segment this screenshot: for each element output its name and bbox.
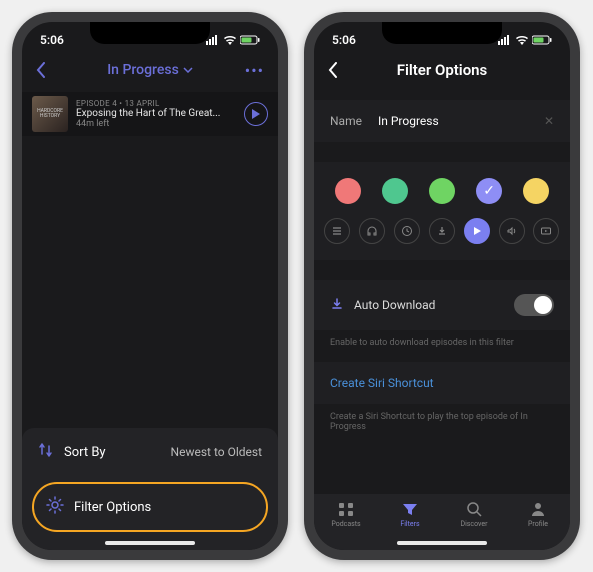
filter-icon-clock[interactable] [394,218,420,244]
status-icons [206,35,260,45]
filter-icon-play[interactable] [464,218,490,244]
battery-icon [240,35,260,45]
episode-time-left: 44m left [76,119,236,129]
filters-icon [401,500,419,518]
filter-options-row[interactable]: Filter Options [32,482,268,532]
sort-by-row[interactable]: Sort By Newest to Oldest [22,428,278,476]
back-button[interactable] [36,62,56,78]
siri-hint: Create a Siri Shortcut to play the top e… [314,404,570,446]
phone-right: 5:06 Filter Options Name In Progress ✕ [304,12,580,560]
clock-icon [401,225,413,237]
nav-bar: In Progress ••• [22,52,278,92]
tab-discover-label: Discover [461,520,488,528]
color-green[interactable] [429,178,455,204]
tab-filters[interactable]: Filters [378,500,442,528]
filter-icon-list[interactable] [324,218,350,244]
name-label: Name [330,114,362,128]
headphones-icon [366,225,378,237]
home-indicator[interactable] [105,541,195,545]
wifi-icon [223,35,237,45]
tab-bar: Podcasts Filters Discover Profile [314,494,570,550]
discover-icon [465,500,483,518]
name-row[interactable]: Name In Progress ✕ [314,100,570,142]
sort-by-label: Sort By [64,445,106,460]
episode-artwork: HARDCOREHISTORY [32,96,68,132]
notch [90,22,210,44]
nav-bar: Filter Options [314,52,570,92]
battery-icon [532,35,552,45]
color-row: ✓ [314,162,570,214]
tab-discover[interactable]: Discover [442,500,506,528]
auto-download-toggle[interactable] [514,294,554,316]
tab-profile[interactable]: Profile [506,500,570,528]
sort-icon [38,442,54,462]
podcasts-icon [337,500,355,518]
status-time: 5:06 [40,33,64,47]
wifi-icon [515,35,529,45]
bottom-sheet: Sort By Newest to Oldest Filter Options [22,428,278,550]
download-icon [330,297,344,314]
episode-text: EPISODE 4 • 13 APRIL Exposing the Hart o… [76,99,236,129]
play-button[interactable] [244,102,268,126]
auto-download-row: Auto Download [314,280,570,330]
episode-meta: EPISODE 4 • 13 APRIL [76,99,236,108]
filter-options-label: Filter Options [74,500,151,515]
color-red[interactable] [335,178,361,204]
profile-icon [529,500,547,518]
name-value: In Progress [378,114,528,128]
play-icon [472,226,482,236]
color-yellow[interactable] [523,178,549,204]
tab-podcasts[interactable]: Podcasts [314,500,378,528]
back-button[interactable] [328,62,348,78]
video-icon [540,225,552,237]
content-right: Name In Progress ✕ ✓ [314,92,570,550]
clear-button[interactable]: ✕ [544,114,554,128]
color-purple[interactable]: ✓ [476,178,502,204]
color-teal[interactable] [382,178,408,204]
nav-title-dropdown[interactable]: In Progress [107,62,193,78]
download-icon [436,225,448,237]
home-indicator[interactable] [397,541,487,545]
filter-icon-volume[interactable] [499,218,525,244]
nav-title: Filter Options [397,61,488,79]
content-left: HARDCOREHISTORY EPISODE 4 • 13 APRIL Exp… [22,92,278,550]
notch [382,22,502,44]
toggle-knob [534,296,552,314]
status-time: 5:06 [332,33,356,47]
volume-icon [506,225,518,237]
check-icon: ✓ [483,183,495,199]
auto-download-label: Auto Download [354,298,435,312]
screen-left: 5:06 In Progress ••• HARDCOREHISTORY EPI… [22,22,278,550]
phone-left: 5:06 In Progress ••• HARDCOREHISTORY EPI… [12,12,288,560]
filter-icon-download[interactable] [429,218,455,244]
tab-podcasts-label: Podcasts [331,520,360,528]
siri-shortcut-label: Create Siri Shortcut [330,376,434,390]
chevron-down-icon [183,67,193,73]
gear-icon [46,496,64,518]
episode-row[interactable]: HARDCOREHISTORY EPISODE 4 • 13 APRIL Exp… [22,92,278,136]
auto-download-hint: Enable to auto download episodes in this… [314,330,570,362]
tab-profile-label: Profile [528,520,548,528]
status-icons [498,35,552,45]
more-button[interactable]: ••• [244,61,264,80]
filter-icon-video[interactable] [533,218,559,244]
sort-by-value: Newest to Oldest [171,445,262,459]
episode-title: Exposing the Hart of The Great... [76,108,236,119]
nav-title-text: In Progress [107,62,179,78]
tab-filters-label: Filters [400,520,419,528]
filter-icon-headphones[interactable] [359,218,385,244]
play-icon [252,109,260,119]
icon-row [314,214,570,260]
screen-right: 5:06 Filter Options Name In Progress ✕ [314,22,570,550]
list-icon [331,225,343,237]
create-siri-shortcut[interactable]: Create Siri Shortcut [314,362,570,404]
